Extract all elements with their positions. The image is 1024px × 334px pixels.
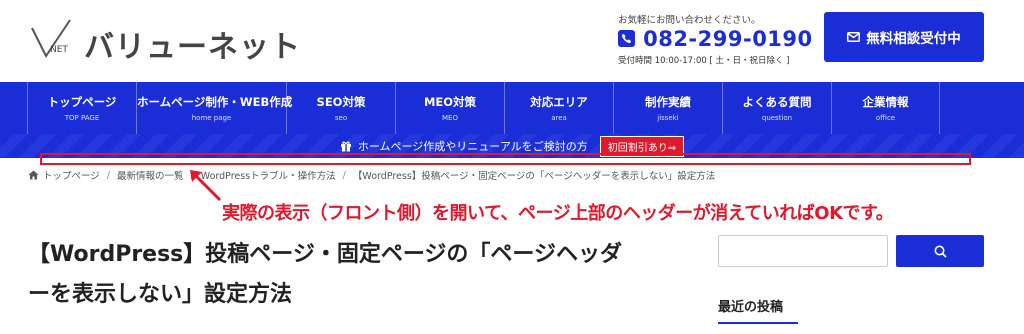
nav-label: MEO対策	[423, 95, 477, 109]
nav-item-area[interactable]: 対応エリア area	[504, 82, 613, 134]
nav-sub: office	[875, 114, 896, 122]
nav-label: SEO対策	[316, 95, 366, 109]
nav-item-meo[interactable]: MEO対策 MEO	[395, 82, 504, 134]
nav-sub: seo	[334, 114, 348, 122]
breadcrumb-item-news[interactable]: 最新情報の一覧	[117, 168, 184, 182]
promo-text: ホームページ作成やリニューアルをご検討の方	[357, 140, 588, 153]
nav-sub: home page	[191, 114, 232, 122]
logo-mark-icon: NET	[31, 19, 71, 58]
recent-posts-heading: 最近の投稿	[718, 300, 784, 315]
site-header: NET バリューネット お気軽にお問い合わせください。 082-299-0190…	[0, 0, 1024, 82]
nav-sub: question	[761, 114, 793, 122]
business-hours: 受付時間 10:00-17:00 [ 土・日・祝日除く ]	[618, 56, 790, 66]
article-title-line2: ーを表示しない」設定方法	[28, 282, 293, 307]
global-nav: トップページ TOP PAGE ホームページ制作・WEB作成 home page…	[0, 82, 1024, 134]
nav-item-company[interactable]: 企業情報 office	[831, 82, 940, 134]
contact-note: お気軽にお問い合わせください。	[618, 15, 761, 26]
search-icon	[934, 245, 947, 258]
page: NET バリューネット お気軽にお問い合わせください。 082-299-0190…	[0, 0, 1024, 334]
annotation-highlight-box	[40, 153, 971, 165]
nav-item-works[interactable]: 制作実績 jisseki	[613, 82, 722, 134]
nav-item-seo[interactable]: SEO対策 seo	[286, 82, 395, 134]
nav-sub: TOP PAGE	[64, 114, 100, 122]
breadcrumb-separator: /	[342, 169, 346, 181]
nav-sub: jisseki	[657, 114, 679, 122]
article-title: 【WordPress】投稿ページ・固定ページの「ページヘッダ ーを表示しない」設…	[28, 235, 688, 315]
breadcrumb-item-top[interactable]: トップページ	[43, 168, 100, 182]
nav-item-top[interactable]: トップページ TOP PAGE	[27, 82, 136, 134]
sidebar-search-button[interactable]	[896, 235, 984, 267]
logo-mark-text: NET	[50, 45, 68, 55]
nav-sub: area	[551, 114, 567, 122]
nav-label: よくある質問	[742, 95, 812, 109]
nav-sub: MEO	[442, 114, 458, 122]
nav-label: 企業情報	[862, 95, 909, 109]
contact-block: お気軽にお問い合わせください。 082-299-0190 受付時間 10:00-…	[618, 12, 812, 66]
cta-label: 無料相談受付中	[866, 31, 961, 47]
breadcrumb-separator: /	[106, 169, 111, 181]
nav-label: 制作実績	[645, 95, 691, 109]
article-title-line1: 【WordPress】投稿ページ・固定ページの「ページヘッダ	[28, 242, 622, 267]
nav-label: 対応エリア	[530, 95, 588, 109]
breadcrumb: トップページ / 最新情報の一覧 / WordPressトラブル・操作方法 / …	[28, 168, 715, 182]
home-icon	[28, 170, 39, 180]
nav-label: トップページ	[47, 95, 117, 109]
logo-text: バリューネット	[84, 30, 301, 65]
nav-item-homepage[interactable]: ホームページ制作・WEB作成 home page	[136, 82, 293, 134]
breadcrumb-item-current: 【WordPress】投稿ページ・固定ページの「ページヘッダーを表示しない」設定…	[352, 171, 716, 182]
mail-icon	[847, 32, 861, 42]
heading-underline	[718, 322, 798, 324]
gift-icon	[340, 141, 351, 152]
annotation-text: 実際の表示（フロント側）を開いて、ページ上部のヘッダーが消えていればOKです。	[222, 203, 894, 224]
nav-label: ホームページ制作・WEB作成	[137, 95, 293, 109]
phone-number[interactable]: 082-299-0190	[643, 27, 813, 51]
sidebar-search-input[interactable]	[718, 235, 888, 267]
phone-icon	[618, 30, 635, 47]
phone-row[interactable]: 082-299-0190	[618, 27, 813, 53]
free-consultation-button[interactable]: 無料相談受付中	[824, 12, 984, 62]
nav-item-faq[interactable]: よくある質問 question	[722, 82, 831, 134]
site-logo[interactable]: NET バリューネット	[30, 18, 300, 68]
annotation-arrow-icon	[190, 170, 222, 202]
